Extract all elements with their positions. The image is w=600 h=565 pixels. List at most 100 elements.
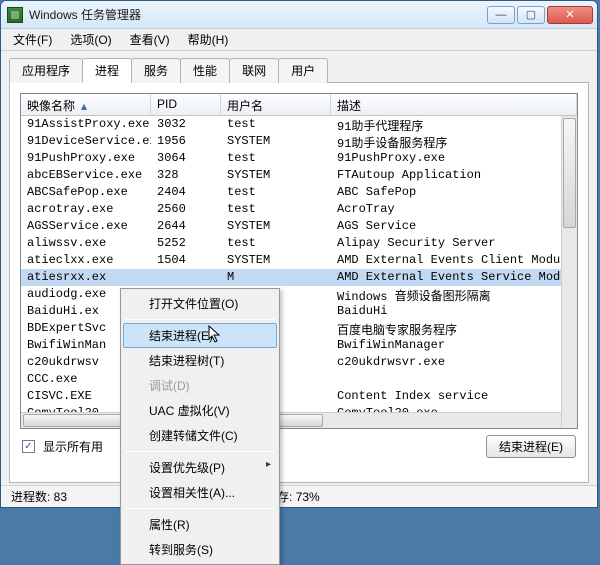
ctx-set-affinity[interactable]: 设置相关性(A)... <box>123 480 277 505</box>
ctx-set-priority[interactable]: 设置优先级(P) <box>123 455 277 480</box>
tabstrip: 应用程序 进程 服务 性能 联网 用户 <box>9 57 589 83</box>
table-row[interactable]: aliwssv.exe5252testAlipay Security Serve… <box>21 235 577 252</box>
table-row[interactable]: atieclxx.exe1504SYSTEMAMD External Event… <box>21 252 577 269</box>
status-process-count: 进程数: 83 <box>11 488 67 505</box>
cell: ABC SafePop <box>331 184 577 201</box>
ctx-end-process[interactable]: 结束进程(E) <box>123 323 277 348</box>
menu-help[interactable]: 帮助(H) <box>180 28 237 51</box>
cell: 3032 <box>151 116 221 133</box>
tab-networking[interactable]: 联网 <box>229 58 279 83</box>
cell: 百度电脑专家服务程序 <box>331 320 577 337</box>
col-pid[interactable]: PID <box>151 94 221 115</box>
cell: test <box>221 116 331 133</box>
menu-view[interactable]: 查看(V) <box>122 28 178 51</box>
list-header: 映像名称 PID 用户名 描述 <box>21 94 577 116</box>
cell: SYSTEM <box>221 133 331 150</box>
menu-options[interactable]: 选项(O) <box>62 28 119 51</box>
ctx-separator <box>125 508 275 509</box>
close-button[interactable]: ✕ <box>547 6 593 24</box>
statusbar: 进程数: 83 存: 73% <box>1 485 597 507</box>
cell: atiesrxx.ex <box>21 269 151 286</box>
cell: ABCSafePop.exe <box>21 184 151 201</box>
panel-footer: ✓ 显示所有用 结束进程(E) <box>20 429 578 458</box>
ctx-debug: 调试(D) <box>123 373 277 398</box>
cell: atieclxx.exe <box>21 252 151 269</box>
col-user[interactable]: 用户名 <box>221 94 331 115</box>
cell: AcroTray <box>331 201 577 218</box>
tab-applications[interactable]: 应用程序 <box>9 58 83 83</box>
cell: AGS Service <box>331 218 577 235</box>
table-row[interactable]: atiesrxx.ex MAMD External Events Service … <box>21 269 577 286</box>
table-row[interactable]: 91DeviceService.exe1956SYSTEM91助手设备服务程序 <box>21 133 577 150</box>
context-menu: 打开文件位置(O) 结束进程(E) 结束进程树(T) 调试(D) UAC 虚拟化… <box>120 288 280 565</box>
table-row[interactable]: 91AssistProxy.exe3032test91助手代理程序 <box>21 116 577 133</box>
col-description[interactable]: 描述 <box>331 94 577 115</box>
cell: Alipay Security Server <box>331 235 577 252</box>
cell <box>331 371 577 388</box>
show-all-label: 显示所有用 <box>43 438 103 455</box>
titlebar[interactable]: Windows 任务管理器 — ▢ ✕ <box>1 1 597 29</box>
vertical-scrollbar[interactable] <box>561 116 577 428</box>
vscroll-thumb[interactable] <box>563 118 576 228</box>
table-row[interactable]: ABCSafePop.exe2404testABC SafePop <box>21 184 577 201</box>
table-row[interactable]: abcEBService.exe328SYSTEMFTAutoup Applic… <box>21 167 577 184</box>
ctx-end-process-tree[interactable]: 结束进程树(T) <box>123 348 277 373</box>
table-row[interactable]: CCC.exe <box>21 371 577 388</box>
cell: SYSTEM <box>221 167 331 184</box>
table-row[interactable]: BDExpertSvc百度电脑专家服务程序 <box>21 320 577 337</box>
cell: 91PushProxy.exe <box>21 150 151 167</box>
tab-users[interactable]: 用户 <box>278 58 328 83</box>
minimize-button[interactable]: — <box>487 6 515 24</box>
table-row[interactable]: BaiduHi.exBaiduHi <box>21 303 577 320</box>
end-process-button[interactable]: 结束进程(E) <box>486 435 576 458</box>
cell: 91助手设备服务程序 <box>331 133 577 150</box>
table-row[interactable]: c20ukdrwsvc20ukdrwsvr.exe <box>21 354 577 371</box>
table-row[interactable]: CISVC.EXEContent Index service <box>21 388 577 405</box>
menubar: 文件(F) 选项(O) 查看(V) 帮助(H) <box>1 29 597 51</box>
cell: aliwssv.exe <box>21 235 151 252</box>
cell: AGSService.exe <box>21 218 151 235</box>
cell: test <box>221 150 331 167</box>
table-row[interactable]: acrotray.exe2560testAcroTray <box>21 201 577 218</box>
show-all-checkbox[interactable]: ✓ <box>22 440 35 453</box>
process-list: 映像名称 PID 用户名 描述 91AssistProxy.exe3032tes… <box>20 93 578 429</box>
cell: M <box>221 269 331 286</box>
tab-performance[interactable]: 性能 <box>180 58 230 83</box>
cell: 91助手代理程序 <box>331 116 577 133</box>
cell: 5252 <box>151 235 221 252</box>
ctx-properties[interactable]: 属性(R) <box>123 512 277 537</box>
table-row[interactable]: audiodg.exeSERVICEWindows 音频设备图形隔离 <box>21 286 577 303</box>
cell: test <box>221 235 331 252</box>
cell: 2644 <box>151 218 221 235</box>
window-title: Windows 任务管理器 <box>29 6 487 23</box>
ctx-separator <box>125 451 275 452</box>
table-row[interactable]: 91PushProxy.exe3064test91PushProxy.exe <box>21 150 577 167</box>
cell: FTAutoup Application <box>331 167 577 184</box>
cell: test <box>221 201 331 218</box>
table-row[interactable]: BwifiWinManBwifiWinManager <box>21 337 577 354</box>
tab-processes[interactable]: 进程 <box>82 58 132 83</box>
ctx-uac-virtualization[interactable]: UAC 虚拟化(V) <box>123 398 277 423</box>
cell: 3064 <box>151 150 221 167</box>
list-rows: 91AssistProxy.exe3032test91助手代理程序91Devic… <box>21 116 577 429</box>
cell: AMD External Events Service Mod <box>331 269 577 286</box>
content: 应用程序 进程 服务 性能 联网 用户 映像名称 PID 用户名 描述 91As… <box>1 51 597 483</box>
horizontal-scrollbar[interactable] <box>21 412 561 428</box>
taskmgr-window: Windows 任务管理器 — ▢ ✕ 文件(F) 选项(O) 查看(V) 帮助… <box>0 0 598 508</box>
ctx-open-file-location[interactable]: 打开文件位置(O) <box>123 291 277 316</box>
ctx-create-dump[interactable]: 创建转储文件(C) <box>123 423 277 448</box>
cell: 91PushProxy.exe <box>331 150 577 167</box>
cell: 1504 <box>151 252 221 269</box>
status-memory: 存: 73% <box>277 488 320 505</box>
cell <box>151 269 221 286</box>
col-image-name[interactable]: 映像名称 <box>21 94 151 115</box>
app-icon <box>7 7 23 23</box>
menu-file[interactable]: 文件(F) <box>5 28 60 51</box>
table-row[interactable]: AGSService.exe2644SYSTEMAGS Service <box>21 218 577 235</box>
cell: c20ukdrwsvr.exe <box>331 354 577 371</box>
ctx-goto-services[interactable]: 转到服务(S) <box>123 537 277 562</box>
tab-services[interactable]: 服务 <box>131 58 181 83</box>
cell: Content Index service <box>331 388 577 405</box>
cell: acrotray.exe <box>21 201 151 218</box>
maximize-button[interactable]: ▢ <box>517 6 545 24</box>
